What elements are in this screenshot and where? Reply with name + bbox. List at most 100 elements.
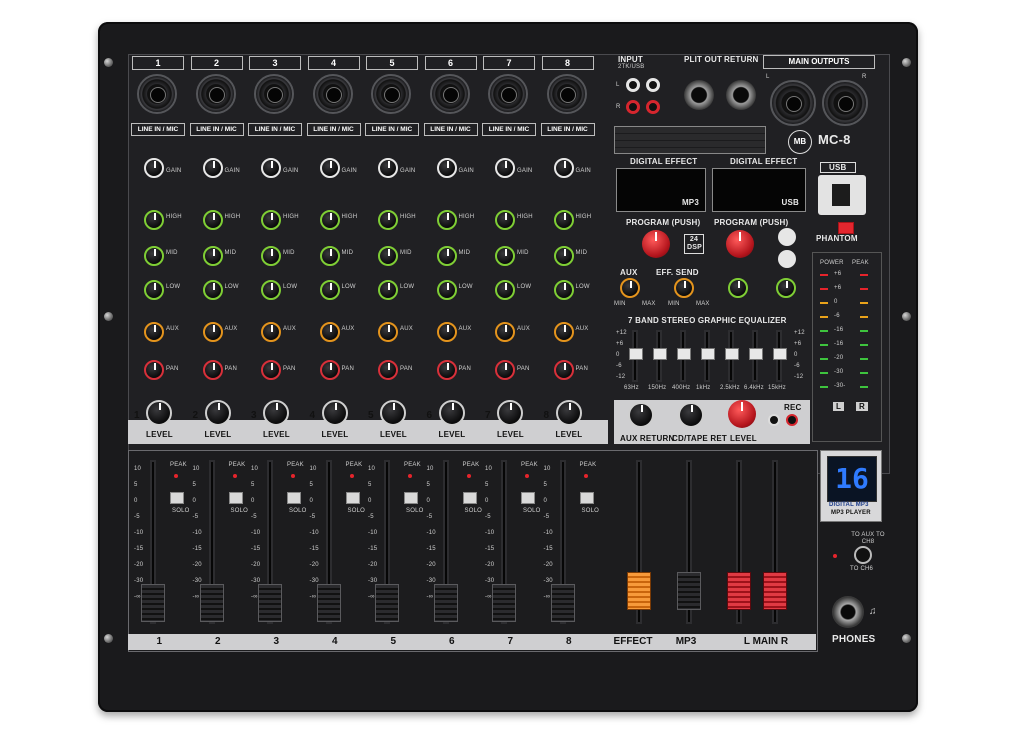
program-knob-2[interactable] <box>726 230 754 258</box>
aux-knob[interactable] <box>319 322 340 342</box>
solo-button[interactable] <box>170 492 184 504</box>
high-eq-knob[interactable] <box>436 210 457 230</box>
channel-level-knob[interactable] <box>321 400 348 426</box>
low-eq-knob[interactable] <box>495 280 515 300</box>
high-eq-knob[interactable] <box>553 210 574 230</box>
rca-input-r[interactable] <box>626 100 640 114</box>
mid-eq-knob[interactable] <box>261 246 281 266</box>
channel-level-knob[interactable] <box>555 400 582 426</box>
gain-knob[interactable] <box>378 158 398 178</box>
xlr-input-jack[interactable] <box>429 74 470 114</box>
effect-fader[interactable] <box>627 572 651 610</box>
pan-knob[interactable] <box>495 360 515 380</box>
return-jack[interactable] <box>726 80 756 110</box>
eq-slider[interactable] <box>749 348 763 360</box>
high-eq-knob[interactable] <box>261 210 281 230</box>
mp3-fader[interactable] <box>677 572 701 610</box>
eq-slider[interactable] <box>629 348 643 360</box>
channel-fader[interactable] <box>258 584 282 622</box>
gain-knob[interactable] <box>319 158 340 178</box>
mid-eq-knob[interactable] <box>319 246 340 266</box>
pan-knob[interactable] <box>319 360 340 380</box>
aux-knob[interactable] <box>495 322 515 342</box>
solo-button[interactable] <box>404 492 418 504</box>
solo-button[interactable] <box>345 492 360 504</box>
split-out-jack[interactable] <box>684 80 714 110</box>
channel-fader[interactable] <box>492 584 516 622</box>
low-eq-knob[interactable] <box>553 280 574 300</box>
rec-out-l[interactable] <box>768 414 780 426</box>
xlr-input-jack[interactable] <box>488 74 528 114</box>
pan-knob[interactable] <box>144 360 164 380</box>
high-eq-knob[interactable] <box>144 210 164 230</box>
pan-knob[interactable] <box>436 360 457 380</box>
mid-eq-knob[interactable] <box>202 246 223 266</box>
pan-knob[interactable] <box>261 360 281 380</box>
gain-knob[interactable] <box>553 158 574 178</box>
aux-knob[interactable] <box>436 322 457 342</box>
gain-knob[interactable] <box>436 158 457 178</box>
high-eq-knob[interactable] <box>319 210 340 230</box>
pan-knob[interactable] <box>553 360 574 380</box>
eq-slider[interactable] <box>773 348 787 360</box>
xlr-input-jack[interactable] <box>546 74 587 114</box>
routing-switch[interactable] <box>854 546 872 564</box>
solo-button[interactable] <box>579 492 594 504</box>
channel-level-knob[interactable] <box>497 400 523 426</box>
low-eq-knob[interactable] <box>202 280 223 300</box>
eq-slider[interactable] <box>677 348 691 360</box>
channel-level-knob[interactable] <box>146 400 172 426</box>
channel-fader[interactable] <box>375 584 399 622</box>
aux-knob[interactable] <box>144 322 164 342</box>
channel-level-knob[interactable] <box>438 400 465 426</box>
gain-knob[interactable] <box>261 158 281 178</box>
channel-level-knob[interactable] <box>204 400 231 426</box>
main-fader-left[interactable] <box>727 572 751 610</box>
play-pause-button[interactable] <box>778 228 796 246</box>
low-eq-knob[interactable] <box>436 280 457 300</box>
xlr-input-jack[interactable] <box>254 74 294 114</box>
channel-level-knob[interactable] <box>380 400 406 426</box>
mid-eq-knob[interactable] <box>436 246 457 266</box>
xlr-input-jack[interactable] <box>312 74 353 114</box>
main-fader-right[interactable] <box>763 572 787 610</box>
solo-button[interactable] <box>462 492 477 504</box>
mid-eq-knob[interactable] <box>378 246 398 266</box>
usb-port[interactable] <box>818 175 866 215</box>
channel-level-knob[interactable] <box>263 400 289 426</box>
main-level-knob[interactable] <box>728 400 756 428</box>
eff-send-knob[interactable] <box>674 278 694 298</box>
gain-knob[interactable] <box>495 158 515 178</box>
channel-fader[interactable] <box>141 584 165 622</box>
high-eq-knob[interactable] <box>495 210 515 230</box>
gain-knob[interactable] <box>144 158 164 178</box>
rca-output-r[interactable] <box>646 100 660 114</box>
eq-slider[interactable] <box>725 348 739 360</box>
main-output-r-xlr[interactable] <box>822 80 868 126</box>
mid-eq-knob[interactable] <box>553 246 574 266</box>
low-eq-knob[interactable] <box>144 280 164 300</box>
solo-button[interactable] <box>287 492 301 504</box>
xlr-input-jack[interactable] <box>371 74 411 114</box>
aux-knob[interactable] <box>553 322 574 342</box>
rca-output-l[interactable] <box>646 78 660 92</box>
channel-fader[interactable] <box>316 584 341 622</box>
phones-jack[interactable] <box>832 596 864 628</box>
aux-knob[interactable] <box>261 322 281 342</box>
fx-param-knob-1[interactable] <box>728 278 748 298</box>
solo-button[interactable] <box>228 492 243 504</box>
main-output-l-xlr[interactable] <box>770 80 816 126</box>
fx-param-knob-2[interactable] <box>776 278 796 298</box>
phantom-switch[interactable] <box>838 222 854 234</box>
eq-slider[interactable] <box>653 348 667 360</box>
mid-eq-knob[interactable] <box>495 246 515 266</box>
cd-tape-return-knob[interactable] <box>678 402 704 428</box>
mid-eq-knob[interactable] <box>144 246 164 266</box>
pan-knob[interactable] <box>378 360 398 380</box>
low-eq-knob[interactable] <box>261 280 281 300</box>
low-eq-knob[interactable] <box>378 280 398 300</box>
channel-fader[interactable] <box>550 584 575 622</box>
eq-slider[interactable] <box>701 348 715 360</box>
fx-aux-knob[interactable] <box>620 278 640 298</box>
rca-input-l[interactable] <box>626 78 640 92</box>
